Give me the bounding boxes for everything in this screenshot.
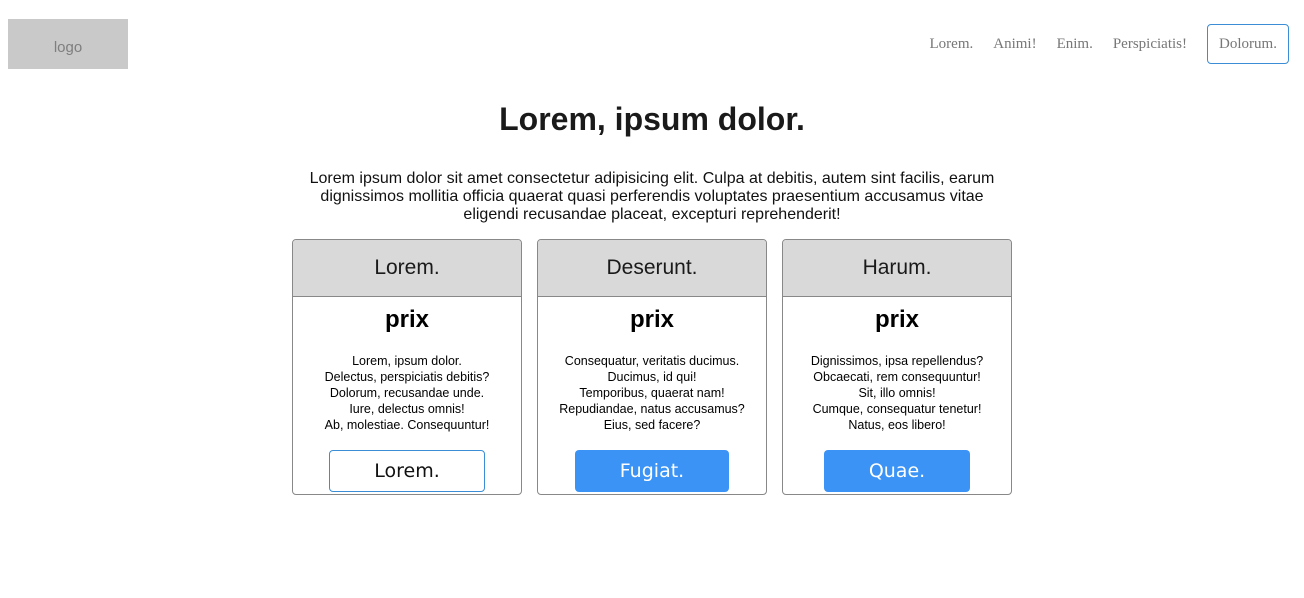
top-nav: Lorem. Animi! Enim. Perspiciatis! Doloru… — [930, 24, 1289, 64]
nav-link-perspiciatis[interactable]: Perspiciatis! — [1113, 24, 1187, 64]
pricing-card-harum: Harum. prix Dignissimos, ipsa repellendu… — [782, 239, 1012, 495]
card-feature: Lorem, ipsum dolor. — [352, 354, 462, 368]
card-feature: Obcaecati, rem consequuntur! — [813, 370, 981, 384]
logo[interactable]: logo — [8, 19, 128, 69]
card-feature: Temporibus, quaerat nam! — [579, 386, 725, 400]
card-feature: Consequatur, veritatis ducimus. — [564, 354, 740, 368]
intro-text: Lorem ipsum dolor sit amet consectetur a… — [309, 170, 995, 223]
card-feature: Cumque, consequatur tenetur! — [812, 402, 982, 416]
card-feature: Natus, eos libero! — [848, 418, 946, 432]
pricing-card-deserunt: Deserunt. prix Consequatur, veritatis du… — [537, 239, 767, 495]
card-header: Harum. — [783, 240, 1011, 297]
card-price: prix — [384, 306, 429, 333]
card-feature: Ab, molestiae. Consequuntur! — [324, 418, 490, 432]
card-feature: Eius, sed facere? — [603, 418, 701, 432]
nav-link-animi[interactable]: Animi! — [993, 24, 1036, 64]
nav-link-enim[interactable]: Enim. — [1057, 24, 1093, 64]
card-feature-list: Consequatur, veritatis ducimus. Ducimus,… — [559, 353, 745, 433]
pricing-card-lorem: Lorem. prix Lorem, ipsum dolor. Delectus… — [292, 239, 522, 495]
card-feature: Ducimus, id qui! — [607, 370, 697, 384]
card-button-fugiat[interactable]: Fugiat. — [575, 450, 729, 492]
pricing-cards: Lorem. prix Lorem, ipsum dolor. Delectus… — [292, 239, 1012, 495]
nav-button-dolorum[interactable]: Dolorum. — [1207, 24, 1289, 64]
card-feature: Sit, illo omnis! — [858, 386, 936, 400]
card-feature: Repudiandae, natus accusamus? — [559, 402, 745, 416]
card-feature: Iure, delectus omnis! — [349, 402, 465, 416]
page-title: Lorem, ipsum dolor. — [499, 101, 805, 137]
card-header: Lorem. — [293, 240, 521, 297]
card-button-lorem[interactable]: Lorem. — [329, 450, 485, 492]
card-button-quae[interactable]: Quae. — [824, 450, 970, 492]
card-feature: Delectus, perspiciatis debitis? — [324, 370, 490, 384]
card-price: prix — [629, 306, 674, 333]
card-header: Deserunt. — [538, 240, 766, 297]
card-feature-list: Dignissimos, ipsa repellendus? Obcaecati… — [811, 353, 983, 433]
nav-link-lorem[interactable]: Lorem. — [930, 24, 974, 64]
card-feature-list: Lorem, ipsum dolor. Delectus, perspiciat… — [325, 353, 490, 433]
card-price: prix — [874, 306, 919, 333]
card-feature: Dignissimos, ipsa repellendus? — [810, 354, 984, 368]
card-feature: Dolorum, recusandae unde. — [329, 386, 485, 400]
